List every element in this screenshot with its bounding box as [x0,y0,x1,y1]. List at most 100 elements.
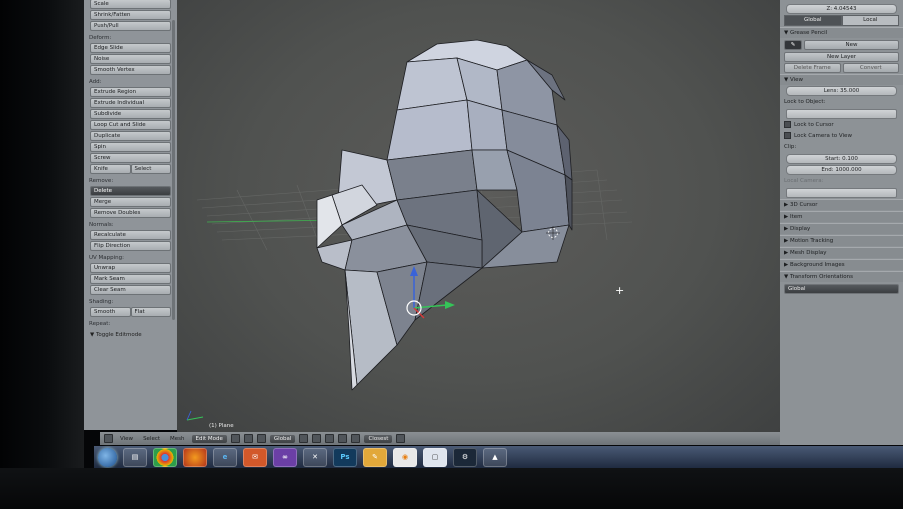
knife-button[interactable]: Knife [90,164,131,174]
lock-cursor-label: Lock to Cursor [794,122,834,128]
view-panel[interactable]: ▼ View [780,74,903,85]
local-camera-label: Local Camera: [784,178,824,184]
normals-label: Normals: [89,222,114,228]
deform-label: Deform: [89,35,112,41]
steam-icon[interactable]: ⚙ [453,447,477,467]
merge-button[interactable]: Merge [90,197,171,207]
tab-global[interactable]: Global [784,15,842,26]
tool-shelf: Scale Shrink/Fatten Push/Pull Deform: Ed… [84,0,178,430]
unwrap-button[interactable]: Unwrap [90,263,171,273]
convert-button[interactable]: Convert [842,63,899,73]
landscape-icon[interactable]: ▲ [483,447,507,467]
grease-pencil-panel[interactable]: ▼ Grease Pencil [780,27,903,38]
proportional-edit-icon[interactable] [338,434,348,443]
subdivide-button[interactable]: Subdivide [90,109,171,119]
vertex-select-icon[interactable] [299,434,309,443]
loop-cut-button[interactable]: Loop Cut and Slide [90,120,171,130]
remove-doubles-button[interactable]: Remove Doubles [90,208,171,218]
noise-button[interactable]: Noise [90,54,171,64]
view-axis-indicator [186,410,204,421]
visual-studio-icon[interactable]: ∞ [273,447,297,467]
new-layer-button[interactable]: New Layer [784,52,899,62]
delete-frame-button[interactable]: Delete Frame [784,63,841,73]
shading-icon[interactable] [230,434,240,443]
editor-type-icon[interactable] [104,434,113,443]
orientation-select[interactable]: Global [784,284,899,294]
render-icon[interactable] [396,434,406,443]
photoshop-icon[interactable]: Ps [333,447,357,467]
coordinate-tabs: Global Local [784,15,899,26]
motion-tracking-panel[interactable]: ▶ Motion Tracking [780,235,903,246]
clip-start-field[interactable]: Start: 0.100 [786,154,897,164]
tools-icon[interactable]: ✕ [303,447,327,467]
mode-dropdown[interactable]: Edit Mode [191,434,227,443]
file-explorer-icon[interactable]: ▤ [123,447,147,467]
view-menu[interactable]: View [117,436,136,442]
outlook-icon[interactable]: ✉ [243,447,267,467]
chrome-icon[interactable] [153,447,177,467]
shrink-fatten-button[interactable]: Shrink/Fatten [90,10,171,20]
mesh-display-panel[interactable]: ▶ Mesh Display [780,247,903,258]
internet-explorer-icon[interactable]: e [213,447,237,467]
flat-shading-button[interactable]: Flat [130,307,171,317]
duplicate-button[interactable]: Duplicate [90,131,171,141]
viewport-scene [186,39,633,421]
lock-object-field[interactable] [786,109,897,119]
lock-camera-checkbox[interactable] [784,132,791,139]
push-pull-button[interactable]: Push/Pull [90,21,171,31]
shading-label: Shading: [89,299,114,305]
lens-field[interactable]: Lens: 35.000 [786,86,897,96]
pencil-icon[interactable]: ✎ [784,40,802,50]
add-label: Add: [89,79,102,85]
monitor-bezel-bottom [0,468,903,509]
new-pencil-button[interactable]: New [804,40,899,50]
mesh-menu[interactable]: Mesh [167,436,187,442]
snap-target-dropdown[interactable]: Closest [364,434,393,443]
frame-row: Delete Frame Convert [784,63,899,73]
toggle-editmode-panel[interactable]: ▼ Toggle Editmode [84,328,177,342]
transform-orientations-panel[interactable]: ▼ Transform Orientations [780,271,903,282]
firefox-icon[interactable] [183,447,207,467]
spin-button[interactable]: Spin [90,142,171,152]
start-orb-icon[interactable] [98,447,117,467]
smooth-vertex-button[interactable]: Smooth Vertex [90,65,171,75]
3d-cursor-panel[interactable]: ▶ 3D Cursor [780,199,903,210]
item-panel[interactable]: ▶ Item [780,211,903,222]
head-mesh[interactable] [316,39,573,391]
notes-icon[interactable]: ✎ [363,447,387,467]
lock-camera-row[interactable]: Lock Camera to View [780,131,903,142]
snap-icon[interactable] [351,434,361,443]
object-label: (1) Plane [209,423,234,429]
edge-slide-button[interactable]: Edge Slide [90,43,171,53]
lock-to-cursor-row[interactable]: Lock to Cursor [780,120,903,131]
select-menu[interactable]: Select [140,436,163,442]
screw-button[interactable]: Screw [90,153,171,163]
clip-label: Clip: [784,144,797,150]
clear-seam-button[interactable]: Clear Seam [90,285,171,295]
tool-shelf-scrollbar[interactable] [172,20,175,320]
orientation-dropdown[interactable]: Global [269,434,296,443]
z-location-field[interactable]: Z: 4.04543 [786,4,897,14]
blender-icon[interactable]: ◉ [393,447,417,467]
smooth-shading-button[interactable]: Smooth [90,307,131,317]
recalculate-button[interactable]: Recalculate [90,230,171,240]
background-images-panel[interactable]: ▶ Background Images [780,259,903,270]
manipulator-icon[interactable] [256,434,266,443]
tab-local[interactable]: Local [841,15,899,26]
local-camera-field[interactable] [786,188,897,198]
extrude-region-button[interactable]: Extrude Region [90,87,171,97]
delete-dropdown[interactable]: Delete [90,186,171,196]
window-icon[interactable]: ▢ [423,447,447,467]
extrude-individual-button[interactable]: Extrude Individual [90,98,171,108]
mark-seam-button[interactable]: Mark Seam [90,274,171,284]
display-panel[interactable]: ▶ Display [780,223,903,234]
scale-button[interactable]: Scale [90,0,171,9]
flip-direction-button[interactable]: Flip Direction [90,241,171,251]
lock-cursor-checkbox[interactable] [784,121,791,128]
pivot-icon[interactable] [243,434,253,443]
face-select-icon[interactable] [325,434,335,443]
knife-select-button[interactable]: Select [130,164,171,174]
3d-viewport[interactable]: + (1) Plane [177,0,780,432]
clip-end-field[interactable]: End: 1000.000 [786,165,897,175]
edge-select-icon[interactable] [312,434,322,443]
